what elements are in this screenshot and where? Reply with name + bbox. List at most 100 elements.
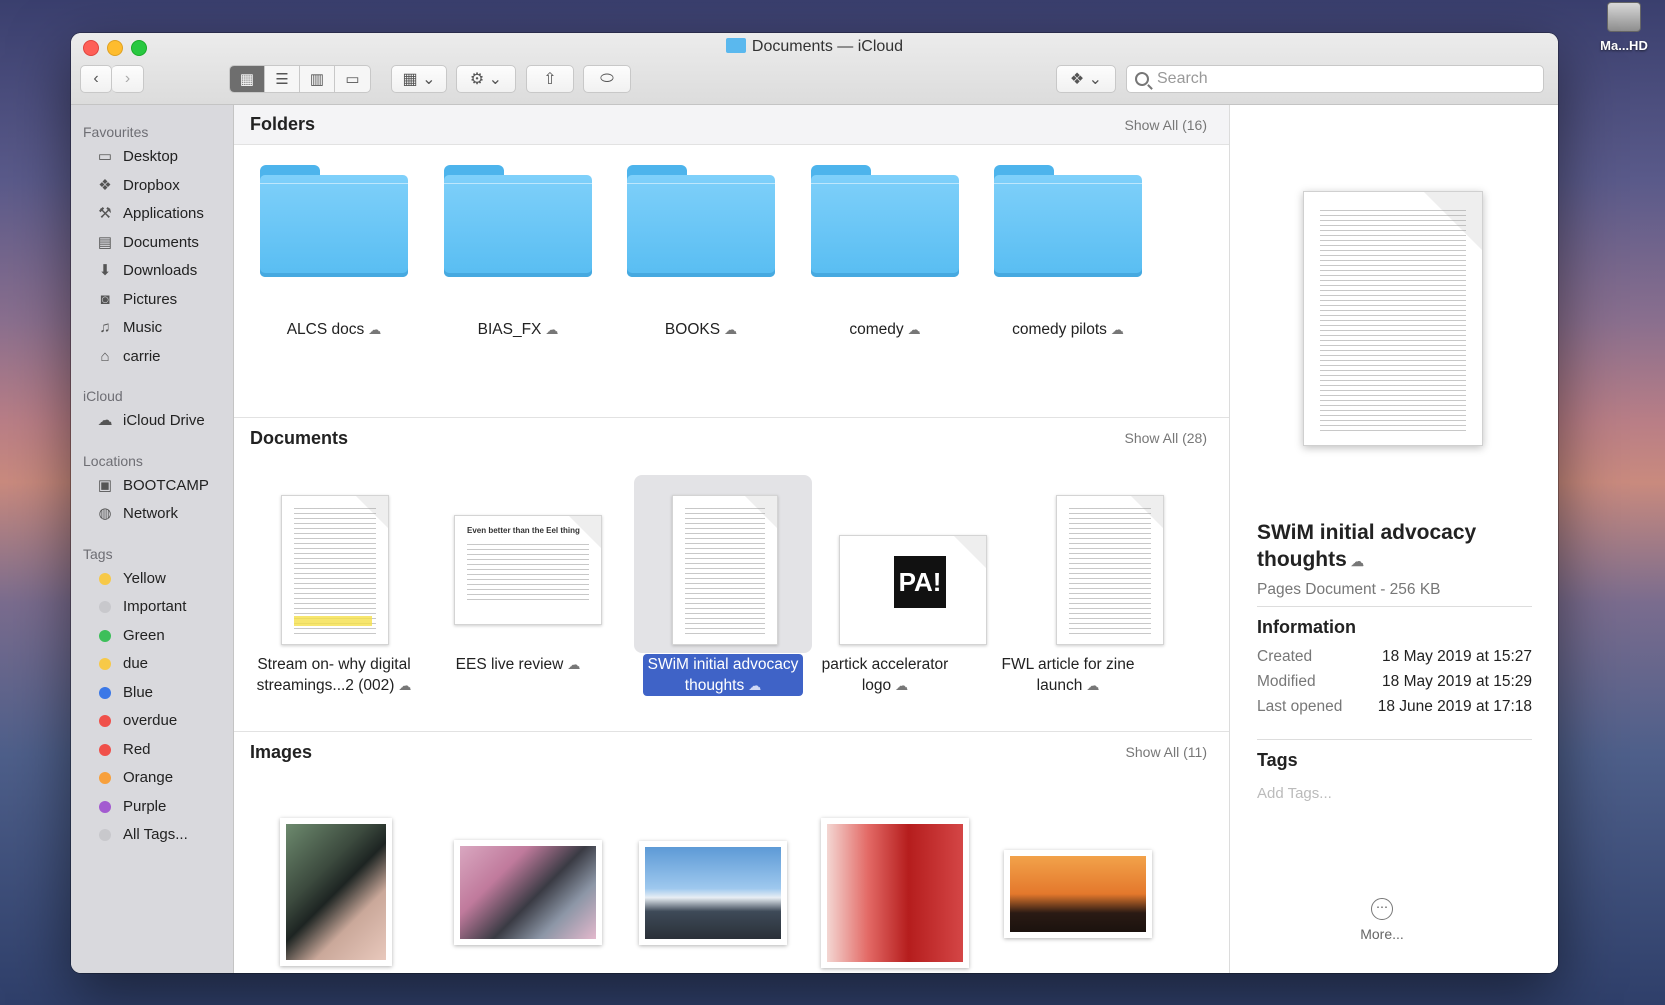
- file-name-line: Stream on- why digital: [257, 656, 411, 673]
- folder-icon[interactable]: [811, 165, 959, 277]
- dropbox-button[interactable]: ❖ ⌄: [1056, 65, 1116, 93]
- icloud-download-icon[interactable]: ☁: [895, 675, 908, 696]
- action-button[interactable]: ⚙ ⌄: [456, 65, 516, 93]
- sidebar-tag-overdue[interactable]: overdue: [71, 707, 233, 736]
- folder-icon[interactable]: [994, 165, 1142, 277]
- document-thumbnail[interactable]: Even better than the Eel thing: [454, 515, 602, 625]
- sidebar-item-carrie[interactable]: ⌂ carrie: [71, 343, 233, 372]
- image-thumbnail[interactable]: [639, 841, 787, 945]
- group-button[interactable]: ▦ ⌄: [391, 65, 447, 93]
- column-view-button[interactable]: ▥: [300, 66, 335, 92]
- sidebar-item-downloads[interactable]: ⬇ Downloads: [71, 257, 233, 286]
- icloud-download-icon[interactable]: ☁: [398, 675, 411, 696]
- image-thumbnail[interactable]: [280, 818, 392, 966]
- icloud-download-icon[interactable]: ☁: [368, 319, 381, 340]
- image-thumbnail[interactable]: [1004, 850, 1152, 938]
- downloads-icon: ⬇: [98, 262, 112, 279]
- icon-view-button[interactable]: ▦: [230, 66, 265, 92]
- sidebar-tag-red[interactable]: Red: [71, 736, 233, 765]
- folder-item-label[interactable]: comedy pilots ☁: [978, 319, 1158, 340]
- sidebar-item-pictures[interactable]: ◙ Pictures: [71, 286, 233, 315]
- document-item-label[interactable]: partick accelerator logo ☁: [795, 654, 975, 696]
- search-field[interactable]: Search: [1126, 65, 1544, 93]
- folder-icon[interactable]: [260, 165, 408, 277]
- desktop-disk[interactable]: Ma...HD: [1586, 0, 1662, 53]
- documents-heading: Documents: [250, 427, 349, 448]
- icloud-download-icon[interactable]: ☁: [908, 319, 921, 340]
- folders-show-all[interactable]: Show All (16): [1125, 117, 1207, 133]
- tag-color-dot: [99, 715, 111, 728]
- sidebar-item-applications[interactable]: ⚒ Applications: [71, 200, 233, 229]
- more-button[interactable]: ⋯ More...: [1352, 898, 1412, 942]
- sidebar-tag-all-tags-[interactable]: All Tags...: [71, 821, 233, 850]
- gallery-view-button[interactable]: ▭: [335, 66, 370, 92]
- preview-pane: SWiM initial advocacy thoughts ☁ Pages Do…: [1229, 105, 1558, 973]
- sidebar-item-icloud-drive[interactable]: ☁ iCloud Drive: [71, 407, 233, 436]
- sidebar-item-music[interactable]: ♫ Music: [71, 314, 233, 343]
- folder-name: comedy: [849, 321, 904, 338]
- folder-item-label[interactable]: comedy ☁: [795, 319, 975, 340]
- forward-button[interactable]: ›: [112, 65, 144, 93]
- file-name-line: partick accelerator: [821, 656, 949, 673]
- file-name: FWL article for zine launch ☁: [1002, 656, 1135, 694]
- sidebar-tag-green[interactable]: Green: [71, 622, 233, 651]
- sidebar-item-dropbox[interactable]: ❖ Dropbox: [71, 172, 233, 201]
- sidebar-tag-yellow[interactable]: Yellow: [71, 565, 233, 594]
- sidebar-item-label: Downloads: [123, 262, 198, 279]
- folder-name: ALCS docs: [286, 321, 365, 338]
- document-item-label[interactable]: FWL article for zine launch ☁: [978, 654, 1158, 696]
- document-item-label[interactable]: EES live review ☁: [428, 654, 608, 675]
- document-thumbnail[interactable]: [1056, 495, 1164, 645]
- documents-show-all[interactable]: Show All (28): [1125, 430, 1207, 446]
- sidebar-tag-due[interactable]: due: [71, 650, 233, 679]
- sidebar-tag-blue[interactable]: Blue: [71, 679, 233, 708]
- sidebar-item-label: Music: [123, 319, 163, 336]
- sidebar-item-label: Desktop: [123, 148, 179, 165]
- sidebar-item-documents[interactable]: ▤ Documents: [71, 229, 233, 258]
- image-thumbnail[interactable]: [821, 818, 969, 968]
- back-button[interactable]: ‹: [80, 65, 112, 93]
- sidebar-tag-important[interactable]: Important: [71, 593, 233, 622]
- icloud-download-icon[interactable]: ☁: [724, 319, 737, 340]
- sidebar-item-bootcamp[interactable]: ▣ BOOTCAMP: [71, 472, 233, 501]
- tag-color-dot: [99, 772, 111, 785]
- folders-heading: Folders: [250, 114, 316, 134]
- document-item-label[interactable]: Stream on- why digital streamings...2 (00…: [244, 654, 424, 696]
- icloud-download-icon[interactable]: ☁: [545, 319, 558, 340]
- sidebar-item-desktop[interactable]: ▭ Desktop: [71, 143, 233, 172]
- share-button[interactable]: ⇧: [526, 65, 574, 93]
- folder-item-label[interactable]: BOOKS ☁: [611, 319, 791, 340]
- icloud-download-icon[interactable]: ☁: [1351, 548, 1364, 575]
- file-name-line: thoughts: [684, 677, 745, 694]
- sidebar-item-label: Yellow: [123, 569, 166, 587]
- desktop-icon: ▭: [97, 148, 113, 165]
- documents-section-header: Documents Show All (28): [234, 418, 1229, 458]
- folder-icon[interactable]: [627, 165, 775, 277]
- tag-button[interactable]: ⬭: [583, 65, 631, 93]
- folder-item-label[interactable]: BIAS_FX ☁: [428, 319, 608, 340]
- image-thumbnail[interactable]: [454, 840, 602, 945]
- information-heading: Information: [1257, 617, 1356, 637]
- images-show-all[interactable]: Show All (11): [1126, 744, 1207, 760]
- list-view-button[interactable]: ☰: [265, 66, 300, 92]
- logo-thumbnail[interactable]: PA!: [839, 535, 987, 645]
- folder-item-label[interactable]: ALCS docs ☁: [244, 319, 424, 340]
- document-thumbnail[interactable]: [672, 495, 778, 645]
- info-key: Last opened: [1257, 698, 1343, 715]
- sidebar-item-network[interactable]: ◍ Network: [71, 500, 233, 529]
- file-name: Stream on- why digital streamings...2 (00…: [257, 656, 412, 694]
- info-row-modified: Modified 18 May 2019 at 15:29: [1257, 673, 1532, 691]
- add-tags-field[interactable]: Add Tags...: [1257, 785, 1332, 802]
- applications-icon: ⚒: [98, 205, 112, 222]
- sidebar-tag-purple[interactable]: Purple: [71, 793, 233, 822]
- folder-icon[interactable]: [444, 165, 592, 277]
- sidebar-item-label: iCloud Drive: [123, 412, 205, 429]
- document-item-label[interactable]: SWiM initial advocacy thoughts ☁: [632, 654, 814, 696]
- document-thumbnail[interactable]: [281, 495, 389, 645]
- icloud-download-icon[interactable]: ☁: [1086, 675, 1099, 696]
- icloud-download-icon[interactable]: ☁: [567, 654, 580, 675]
- icloud-download-icon[interactable]: ☁: [748, 675, 761, 696]
- sidebar-item-label: BOOTCAMP: [123, 476, 209, 494]
- sidebar-tag-orange[interactable]: Orange: [71, 764, 233, 793]
- icloud-download-icon[interactable]: ☁: [1111, 319, 1124, 340]
